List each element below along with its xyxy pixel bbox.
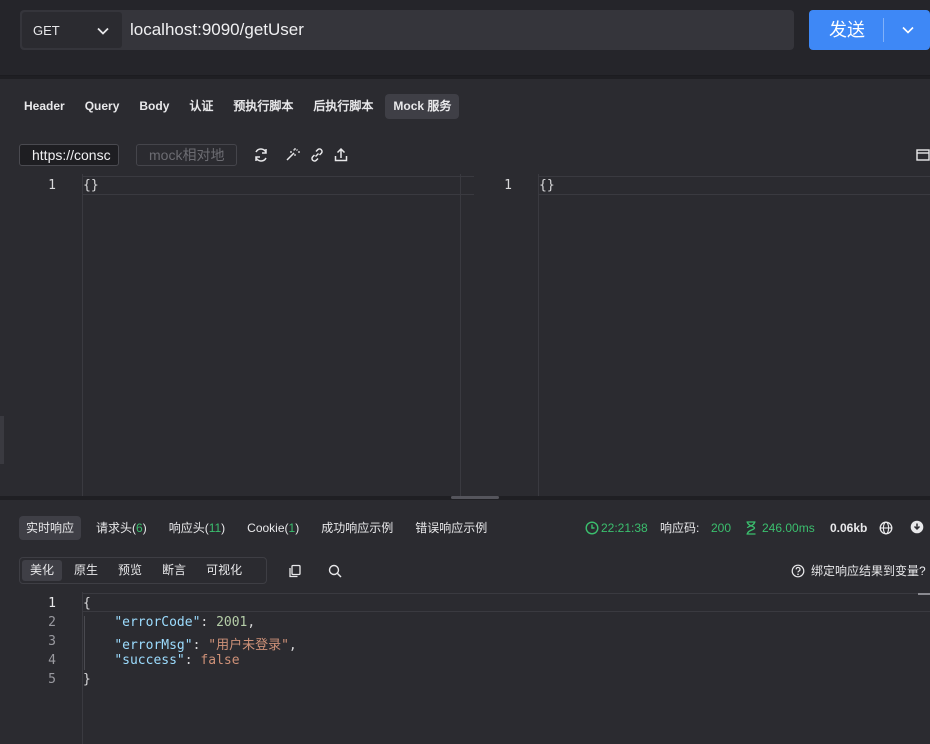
line-number: 2 xyxy=(48,615,56,630)
json-line: "success": false xyxy=(114,653,240,668)
tab-response-headers[interactable]: 响应头(11) xyxy=(162,516,232,540)
json-line: "errorMsg": "用户未登录", xyxy=(114,638,297,653)
tab-label: 请求头( xyxy=(96,521,137,535)
mock-request-editor[interactable]: 1 {} xyxy=(0,174,474,496)
copy-icon[interactable] xyxy=(288,564,302,578)
line-number: 4 xyxy=(48,653,56,668)
tab-label-suffix: ) xyxy=(221,521,226,535)
globe-icon[interactable] xyxy=(879,521,893,535)
download-icon[interactable] xyxy=(910,520,924,534)
line-number: 1 xyxy=(48,596,56,611)
json-key: "errorCode" xyxy=(114,615,201,630)
tab-preview[interactable]: 预览 xyxy=(110,560,150,581)
tab-assert[interactable]: 断言 xyxy=(154,560,194,581)
json-boolean: false xyxy=(200,653,240,668)
tab-query[interactable]: Query xyxy=(77,94,128,119)
send-button[interactable]: 发送 xyxy=(809,10,930,50)
current-line-highlight xyxy=(82,593,930,612)
line-number: 5 xyxy=(48,672,56,687)
line-number: 1 xyxy=(48,178,56,193)
current-line-highlight xyxy=(538,176,930,195)
mock-response-editor[interactable]: 1 {} xyxy=(462,174,930,496)
response-size: 0.06kb xyxy=(830,521,868,535)
count-badge: 11 xyxy=(208,521,222,535)
refresh-icon[interactable] xyxy=(253,147,269,163)
response-time: 22:21:38 xyxy=(601,521,648,535)
tab-visualize[interactable]: 可视化 xyxy=(198,560,250,581)
request-bar: GET localhost:9090/getUser 发送 xyxy=(0,0,930,76)
tab-label-suffix: ) xyxy=(142,521,147,535)
line-number: 1 xyxy=(504,178,512,193)
tab-label: 成功响应示例 xyxy=(321,521,394,535)
panel-resize-handle[interactable] xyxy=(451,496,499,499)
search-icon[interactable] xyxy=(328,564,342,578)
response-duration: 246.00ms xyxy=(762,521,815,535)
response-body-viewer[interactable]: 1 2 3 4 5 { "errorCode": 2001, "errorMsg… xyxy=(0,592,930,744)
scroll-indicator[interactable] xyxy=(918,593,930,595)
mock-url-field[interactable]: https://consc xyxy=(19,144,119,166)
url-input[interactable]: localhost:9090/getUser xyxy=(130,10,304,50)
current-line-highlight xyxy=(82,176,474,195)
code-line: {} xyxy=(83,178,99,193)
tab-success-example[interactable]: 成功响应示例 xyxy=(314,516,400,540)
format-tabs: 美化 原生 预览 断言 可视化 xyxy=(19,557,267,584)
json-brace: { xyxy=(83,596,91,611)
chevron-down-icon[interactable] xyxy=(901,25,915,35)
tab-request-headers[interactable]: 请求头(6) xyxy=(89,516,154,540)
count-badge: 6 xyxy=(136,521,143,535)
tab-label-suffix: ) xyxy=(295,521,300,535)
chevron-down-icon xyxy=(97,27,109,35)
tab-realtime-response[interactable]: 实时响应 xyxy=(19,516,82,540)
mock-toolbar: https://consc mock相对地 xyxy=(19,144,930,166)
json-key: "errorMsg" xyxy=(114,638,193,653)
send-button-label: 发送 xyxy=(829,20,865,40)
tab-beautify[interactable]: 美化 xyxy=(22,560,63,581)
tab-body[interactable]: Body xyxy=(131,94,177,119)
top-divider xyxy=(0,76,930,79)
tab-label: Cookie( xyxy=(247,521,289,535)
mock-relative-path-input[interactable]: mock相对地 xyxy=(136,144,237,166)
tab-header[interactable]: Header xyxy=(16,94,73,119)
tab-mock-service[interactable]: Mock 服务 xyxy=(385,94,460,119)
link-icon[interactable] xyxy=(309,147,325,163)
request-tabs: Header Query Body 认证 预执行脚本 后执行脚本 Mock 服务 xyxy=(16,94,460,120)
panel-layout-icon[interactable] xyxy=(915,147,930,163)
json-line: { xyxy=(83,596,91,611)
json-key: "success" xyxy=(114,653,185,668)
json-line: "errorCode": 2001, xyxy=(114,615,256,630)
tab-error-example[interactable]: 错误响应示例 xyxy=(408,516,494,540)
json-string: "用户未登录" xyxy=(208,638,289,653)
share-icon[interactable] xyxy=(333,147,349,163)
status-code: 200 xyxy=(711,521,732,535)
method-label: GET xyxy=(33,22,60,38)
response-tabs: 实时响应 请求头(6) 响应头(11) Cookie(1) 成功响应示例 错误响… xyxy=(19,516,494,540)
tab-auth[interactable]: 认证 xyxy=(181,94,221,119)
json-line: } xyxy=(83,672,91,687)
status-code-label: 响应码: xyxy=(660,521,700,535)
tab-post-script[interactable]: 后执行脚本 xyxy=(305,94,381,119)
tab-label: 实时响应 xyxy=(26,521,75,535)
bind-response-to-variable[interactable]: 绑定响应结果到变量? xyxy=(811,563,926,579)
method-select[interactable]: GET xyxy=(22,12,122,48)
tab-raw[interactable]: 原生 xyxy=(66,560,106,581)
line-number: 3 xyxy=(48,634,56,649)
tab-label: 响应头( xyxy=(168,521,209,535)
side-resize-handle[interactable] xyxy=(0,416,4,464)
hourglass-icon xyxy=(746,521,756,535)
json-brace: } xyxy=(83,672,91,687)
magic-wand-icon[interactable] xyxy=(284,147,300,163)
url-input-group: GET localhost:9090/getUser xyxy=(20,10,794,50)
gutter-divider xyxy=(538,174,539,496)
gutter-divider xyxy=(82,174,83,496)
help-icon[interactable] xyxy=(791,564,805,578)
tab-label: 错误响应示例 xyxy=(415,521,488,535)
tab-cookie[interactable]: Cookie(1) xyxy=(240,516,306,540)
json-number: 2001 xyxy=(216,615,248,630)
code-line: {} xyxy=(539,178,555,193)
send-button-separator xyxy=(883,18,884,42)
tab-pre-script[interactable]: 预执行脚本 xyxy=(225,94,301,119)
clock-icon xyxy=(585,521,599,535)
